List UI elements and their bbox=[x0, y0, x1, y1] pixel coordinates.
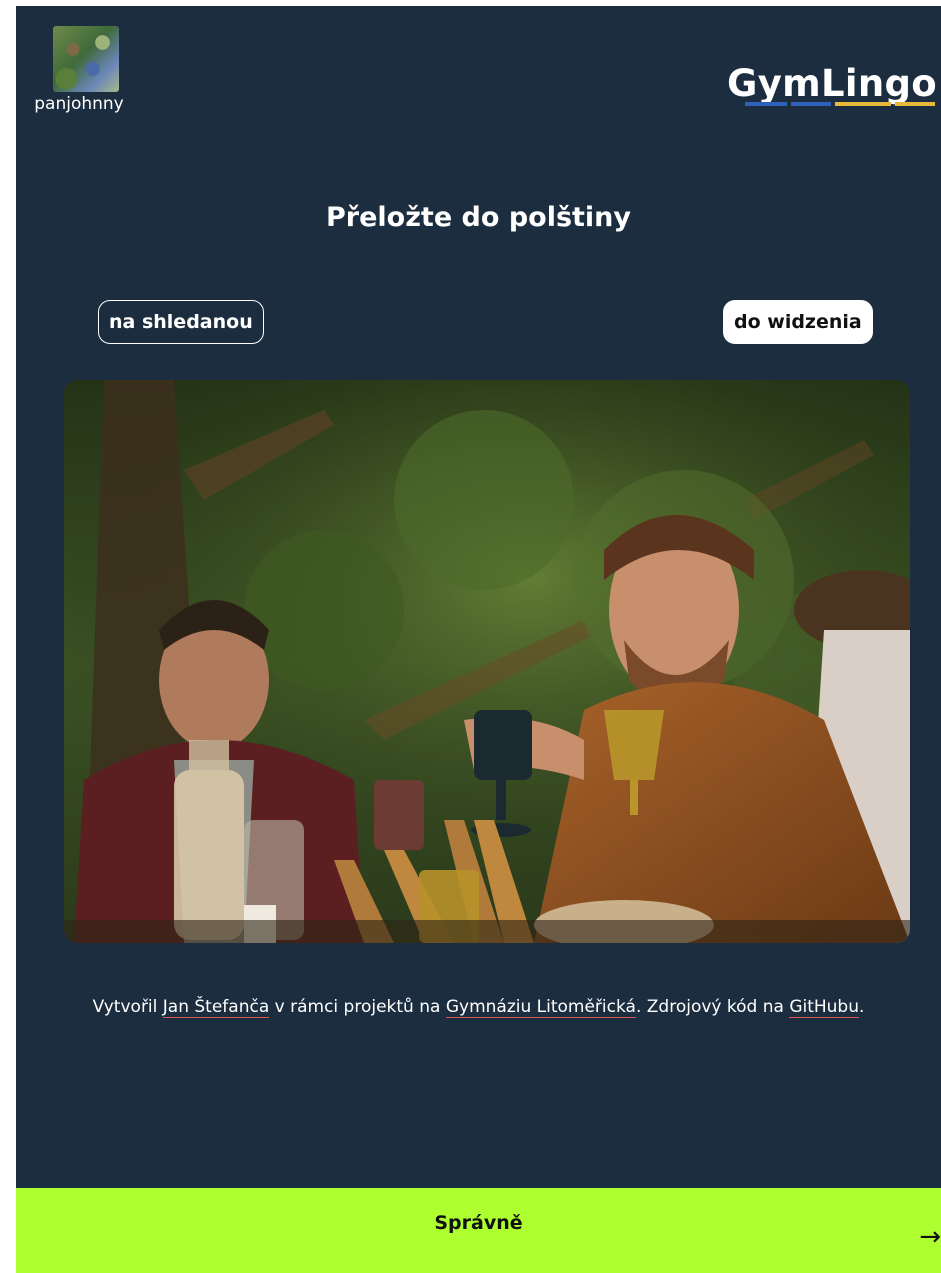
credits-text: . bbox=[859, 997, 865, 1017]
author-link[interactable]: Jan Štefanča bbox=[162, 997, 270, 1018]
result-bar: Správně → bbox=[16, 1188, 941, 1273]
credits-text: Vytvořil bbox=[92, 997, 163, 1017]
credits-text: v rámci projektů na bbox=[269, 997, 446, 1017]
arrow-right-icon[interactable]: → bbox=[919, 1224, 941, 1250]
result-status: Správně bbox=[434, 1212, 523, 1234]
exercise-instruction: Přeložte do polštiny bbox=[325, 202, 631, 233]
logo-underline bbox=[745, 102, 935, 107]
source-word-chip[interactable]: na shledanou bbox=[98, 300, 264, 344]
github-link[interactable]: GitHubu bbox=[789, 997, 859, 1018]
avatar[interactable] bbox=[53, 26, 119, 92]
brand-logo[interactable]: GymLingo bbox=[727, 62, 937, 105]
exercise-photo bbox=[64, 380, 910, 943]
answer-word-chip[interactable]: do widzenia bbox=[723, 300, 873, 344]
user-profile[interactable]: panjohnny bbox=[24, 26, 134, 114]
username[interactable]: panjohnny bbox=[24, 94, 134, 114]
app-root: panjohnny GymLingo Přeložte do polštiny … bbox=[16, 6, 941, 1273]
photo-outdoor-dinner-icon bbox=[64, 380, 910, 943]
credits-text: . Zdrojový kód na bbox=[635, 997, 790, 1017]
school-link[interactable]: Gymnáziu Litoměřická bbox=[445, 997, 636, 1018]
footer-credits: Vytvořil Jan Štefanča v rámci projektů n… bbox=[16, 997, 941, 1018]
